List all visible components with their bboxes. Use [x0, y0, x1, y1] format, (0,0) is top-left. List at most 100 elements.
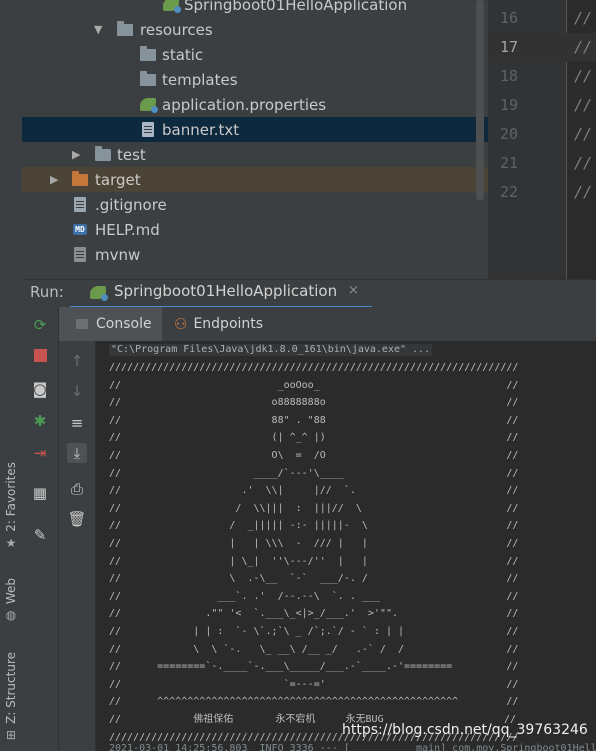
debug-icon[interactable]: ✱ [30, 411, 50, 431]
excluded-folder-icon [71, 170, 89, 188]
line-number: 17 [499, 38, 518, 56]
tree-item-target[interactable]: ▶ target [22, 167, 488, 192]
tree-item-label: templates [162, 70, 238, 89]
banner-line: // _ooOoo_ // [109, 379, 519, 391]
folder-icon [94, 145, 112, 163]
spring-properties-icon [139, 97, 158, 113]
line-number: 16 [499, 9, 518, 27]
arrow-down-icon[interactable]: ↓ [67, 381, 87, 401]
banner-line: // | | \\\ - /// | | // [109, 538, 519, 549]
tree-item-label: resources [140, 20, 213, 39]
banner-line: // O\ = /O // [109, 450, 519, 461]
line-code: // [574, 38, 593, 56]
tree-item-banner-txt[interactable]: banner.txt [22, 117, 488, 142]
spring-boot-run-icon [89, 284, 108, 301]
banner-line: // | \_| ''\---/'' | | // [109, 555, 519, 567]
favorites-tab[interactable]: 2: Favorites ★ [1, 462, 21, 550]
banner-line: // / _||||| -:- |||||- \ // [109, 520, 519, 532]
print-icon[interactable]: ⎙ [67, 479, 87, 499]
pin-icon[interactable]: ✎ [30, 525, 50, 545]
star-icon: ★ [5, 535, 17, 550]
tree-item-static[interactable]: static [22, 42, 488, 67]
line-number: 18 [499, 67, 518, 85]
chevron-right-icon[interactable]: ▶ [72, 148, 80, 161]
banner-line: // ____/`---'\____ // [109, 467, 519, 479]
run-tab-label: Springboot01HelloApplication [114, 282, 338, 300]
tree-item-label: banner.txt [162, 120, 240, 139]
editor-line-current: 17 // [488, 33, 596, 62]
watermark: https://blog.csdn.net/qq_39763246 [342, 722, 588, 738]
chevron-right-icon[interactable]: ▶ [50, 173, 58, 186]
exit-icon[interactable]: ⇥ [30, 443, 50, 463]
run-toolbar: ⟳ ◙ ✱ ⇥ ▦ ✎ [22, 307, 59, 751]
structure-tab-label: Z: Structure [4, 652, 18, 724]
line-number: 22 [499, 183, 518, 201]
editor-line: 16 // [488, 4, 596, 33]
tab-console[interactable]: Console [59, 307, 162, 341]
tree-item-label: static [162, 45, 204, 64]
endpoints-icon: ⚇ [174, 315, 188, 333]
rerun-icon[interactable]: ⟳ [30, 315, 50, 335]
line-code: // [574, 9, 593, 27]
tree-item-mvnw[interactable]: mvnw [22, 242, 488, 267]
line-code: // [574, 154, 593, 172]
arrow-up-icon[interactable]: ↑ [67, 351, 87, 371]
file-icon [71, 247, 89, 263]
banner-line: // o8888888o // [109, 397, 519, 409]
console-output[interactable]: "C:\Program Files\Java\jdk1.8.0_161\bin\… [96, 341, 596, 751]
structure-tab[interactable]: Z: Structure ⊞ [1, 652, 21, 742]
editor-line: 22 // [488, 178, 596, 207]
tree-item-test[interactable]: ▶ test [22, 142, 488, 167]
close-icon[interactable]: × [348, 283, 359, 298]
tree-item-application-properties[interactable]: application.properties [22, 92, 488, 117]
tree-item-templates[interactable]: templates [22, 67, 488, 92]
log-line: 2021-03-01 14:25:56.803 INFO 3336 --- [ … [109, 743, 596, 751]
web-tab[interactable]: Web ◍ [1, 578, 21, 622]
layout-icon[interactable]: ▦ [30, 483, 50, 503]
editor-line: 19 // [488, 91, 596, 120]
project-tree: Springboot01HelloApplication ▼ resources… [22, 0, 488, 279]
tree-item-label: HELP.md [95, 220, 160, 239]
tab-endpoints[interactable]: ⚇ Endpoints [174, 307, 263, 341]
run-label: Run: [30, 283, 64, 301]
camera-icon[interactable]: ◙ [30, 379, 50, 399]
soft-wrap-icon[interactable]: ≡ [67, 413, 87, 433]
tab-endpoints-label: Endpoints [193, 316, 264, 332]
tree-item-label: target [95, 170, 141, 189]
stop-icon [33, 348, 47, 362]
tree-item-resources[interactable]: ▼ resources [22, 17, 488, 42]
tree-scrollbar[interactable] [476, 0, 484, 200]
line-code: // [574, 183, 593, 201]
scroll-to-end-icon[interactable]: ⤓ [67, 443, 87, 463]
tree-item-gitignore[interactable]: .gitignore [22, 192, 488, 217]
globe-icon: ◍ [5, 608, 17, 623]
line-code: // [574, 67, 593, 85]
spring-boot-run-icon [162, 0, 181, 13]
line-number: 19 [499, 96, 518, 114]
tab-console-label: Console [96, 316, 152, 332]
text-file-icon [139, 122, 157, 138]
run-tab[interactable]: Springboot01HelloApplication × [86, 280, 371, 307]
console-toolbar: ↑ ↓ ≡ ⤓ ⎙ 🗑 [59, 341, 96, 751]
banner-line: // ___`. .' /--.--\ `. . ___ // [109, 590, 519, 602]
chevron-down-icon[interactable]: ▼ [94, 23, 102, 36]
stop-button[interactable] [30, 345, 50, 365]
tree-item-label: .gitignore [95, 195, 167, 214]
favorites-tab-label: 2: Favorites [4, 462, 18, 532]
banner-line: // ."" '< `.___\_<|>_/___.' >'"". // [109, 608, 519, 620]
tree-item-help-md[interactable]: MD HELP.md [22, 217, 488, 242]
folder-icon [139, 70, 157, 88]
tree-item-label: mvnw [95, 245, 141, 264]
folder-icon [139, 45, 157, 63]
editor-line: 20 // [488, 120, 596, 149]
line-code: // [574, 96, 593, 114]
tree-item-run-config[interactable]: Springboot01HelloApplication [22, 0, 488, 17]
editor-line: 18 // [488, 62, 596, 91]
line-number: 20 [499, 125, 518, 143]
markdown-badge: MD [73, 224, 87, 235]
resources-folder-icon [116, 20, 134, 38]
banner-line: // ^^^^^^^^^^^^^^^^^^^^^^^^^^^^^^^^^^^^^… [109, 696, 519, 708]
trash-icon[interactable]: 🗑 [67, 509, 87, 529]
banner-line: // `=---=' // [109, 678, 519, 690]
banner-line: // (| ^_^ |) // [109, 432, 519, 444]
